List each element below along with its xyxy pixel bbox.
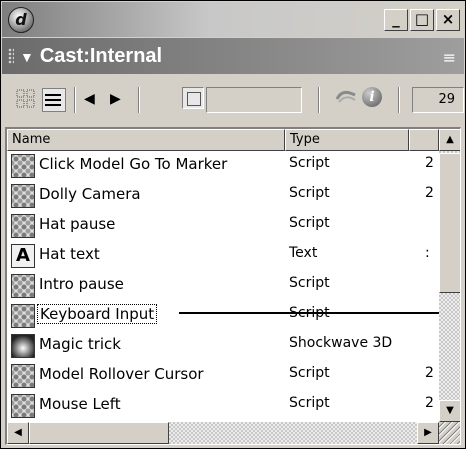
script-icon [11, 274, 35, 298]
list-item[interactable]: Mouse Left Script 2 [7, 391, 439, 421]
member-extra: 2 [425, 365, 434, 381]
member-type: Text [289, 245, 318, 261]
thumbnail-view-button[interactable] [16, 89, 38, 111]
next-member-button[interactable]: ▶ [110, 91, 121, 107]
member-name: Model Rollover Cursor [39, 365, 204, 383]
member-name: Hat pause [39, 215, 116, 233]
maximize-button[interactable]: □ [410, 9, 434, 31]
member-type: Script [289, 215, 330, 231]
script-icon [11, 364, 35, 388]
member-type: Script [289, 275, 330, 291]
member-extra: 2 [425, 155, 434, 171]
list-item[interactable]: A Hat text Text : [7, 241, 439, 271]
list-item[interactable]: Magic trick Shockwave 3D [7, 331, 439, 361]
panel-title-label: Cast:Internal [39, 45, 163, 67]
shockwave3d-icon [11, 334, 35, 358]
column-header-type[interactable]: Type [285, 129, 409, 151]
member-type: Script [289, 155, 330, 171]
list-item[interactable]: Click Model Go To Marker Script 2 [7, 151, 439, 181]
member-type: Shockwave 3D [289, 335, 393, 351]
member-extra: 2 [425, 395, 434, 411]
panel-options-icon[interactable]: ≡ [443, 48, 456, 67]
list-item[interactable]: Model Rollover Cursor Script 2 [7, 361, 439, 391]
list-item[interactable]: Intro pause Script [7, 271, 439, 301]
panel-title[interactable]: ▼ Cast:Internal [20, 45, 162, 68]
column-header-name[interactable]: Name [7, 129, 285, 151]
drag-member-thumbnail[interactable] [182, 87, 204, 109]
member-extra: : [425, 245, 430, 261]
director-app-icon[interactable]: d [8, 7, 34, 33]
script-icon [11, 304, 35, 328]
drag-insertion-line [179, 312, 439, 314]
panel-grip-icon[interactable] [8, 48, 14, 64]
vertical-scrollbar[interactable]: ▲ ▼ [439, 129, 460, 422]
cast-window: d _ □ × ▼ Cast:Internal ≡ ◀ ▶ i 29 Name … [0, 0, 466, 449]
toolbar-divider [74, 87, 76, 113]
collapse-arrow-icon[interactable]: ▼ [20, 49, 34, 65]
thumbnail-view-icon [16, 89, 35, 108]
member-name: Keyboard Input [37, 304, 158, 324]
member-name: Mouse Left [39, 395, 121, 413]
window-controls: _ □ × [384, 9, 460, 31]
text-icon: A [11, 244, 35, 268]
member-name: Hat text [39, 245, 100, 263]
script-icon [11, 154, 35, 178]
list-item[interactable]: Dolly Camera Script 2 [7, 181, 439, 211]
member-properties-icon[interactable]: i [362, 87, 382, 107]
member-name-field[interactable] [206, 87, 302, 113]
member-type: Script [289, 365, 330, 381]
resize-grip-icon[interactable] [439, 422, 460, 444]
vertical-scroll-thumb[interactable] [439, 153, 460, 293]
member-extra: 2 [425, 185, 434, 201]
member-type: Script [289, 395, 330, 411]
member-name: Intro pause [39, 275, 124, 293]
scroll-down-button[interactable]: ▼ [439, 400, 460, 422]
list-item[interactable]: Hat pause Script [7, 211, 439, 241]
cast-list: Name Type Click Model Go To Marker Scrip… [5, 127, 461, 445]
cast-rows: Click Model Go To Marker Script 2 Dolly … [7, 151, 439, 422]
list-view-button[interactable] [42, 88, 66, 112]
scroll-up-button[interactable]: ▲ [439, 129, 460, 151]
scroll-right-button[interactable]: ▶ [417, 422, 439, 444]
toolbar-divider [318, 87, 320, 113]
scroll-left-button[interactable]: ◀ [7, 422, 29, 444]
script-icon [335, 90, 356, 103]
toolbar-divider [138, 87, 140, 113]
member-type: Script [289, 185, 330, 201]
minimize-button[interactable]: _ [384, 9, 408, 31]
script-icon [11, 214, 35, 238]
horizontal-scrollbar[interactable]: ◀ ▶ [7, 422, 439, 444]
close-button[interactable]: × [436, 9, 460, 31]
script-button[interactable] [335, 87, 357, 112]
cast-toolbar: ◀ ▶ i 29 [2, 75, 464, 127]
column-header-extra[interactable] [409, 129, 439, 151]
list-item-selected[interactable]: Keyboard Input Script [7, 301, 439, 331]
member-name: Click Model Go To Marker [39, 155, 228, 173]
previous-member-button[interactable]: ◀ [84, 91, 95, 107]
member-name: Dolly Camera [39, 185, 141, 203]
title-bar[interactable]: d _ □ × [2, 2, 464, 37]
script-icon [11, 184, 35, 208]
horizontal-scroll-thumb[interactable] [29, 422, 169, 444]
member-number-field[interactable]: 29 [412, 87, 464, 113]
toolbar-divider [398, 87, 400, 113]
script-icon [11, 394, 35, 418]
panel-header[interactable]: ▼ Cast:Internal ≡ [2, 38, 464, 74]
member-name: Magic trick [39, 335, 121, 353]
